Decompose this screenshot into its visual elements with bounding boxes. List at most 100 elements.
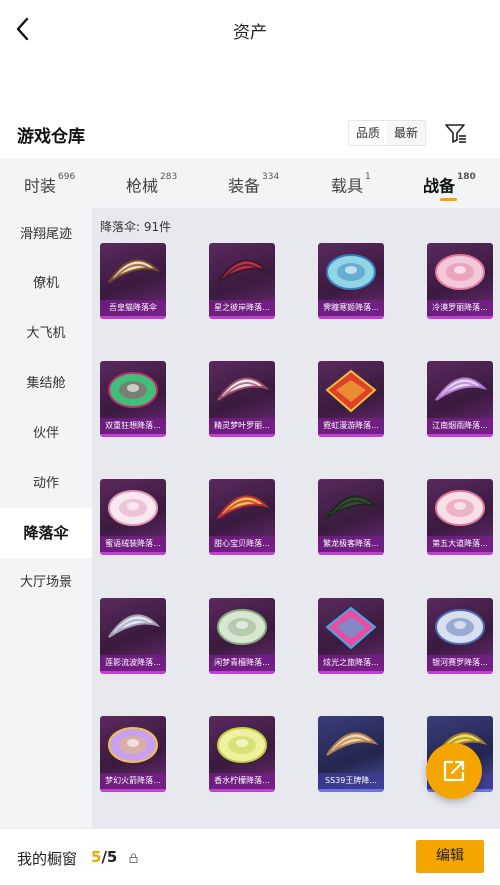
- parachute-icon: [435, 254, 485, 290]
- lock-icon: [129, 853, 138, 863]
- parachute-name: 甜心宝贝降落...: [209, 536, 275, 552]
- showcase-bar: 我的橱窗 5/5 编辑: [0, 828, 500, 885]
- tab-count: 696: [58, 172, 76, 182]
- parachute-name: 莲影流波降落...: [100, 655, 166, 671]
- sidebar-item-companion[interactable]: 伙伴: [0, 409, 92, 459]
- tab-label: 装备: [228, 176, 261, 196]
- tab-weapons[interactable]: 枪械 283: [126, 158, 177, 208]
- sidebar-item-emote[interactable]: 动作: [0, 459, 92, 509]
- item-count-label: 降落伞: 91件: [100, 220, 172, 234]
- sort-by-latest[interactable]: 最新: [387, 121, 425, 145]
- parachute-name: 冷漠罗丽降落...: [427, 300, 493, 316]
- parachute-icon: [108, 727, 158, 763]
- parachute-item[interactable]: 精灵梦叶罗丽...: [209, 361, 275, 437]
- showcase-count: 5/5: [91, 848, 117, 866]
- parachute-item[interactable]: 炫光之旅降落...: [318, 598, 384, 674]
- parachute-name: 霁瞳寒姬降落...: [318, 300, 384, 316]
- parachute-icon: [217, 377, 269, 401]
- funnel-icon: [445, 124, 466, 143]
- showcase-label: 我的橱窗: [17, 850, 78, 868]
- sidebar-item-wingman[interactable]: 僚机: [0, 259, 92, 309]
- section-title: 游戏仓库: [17, 127, 85, 147]
- parachute-item[interactable]: 闲梦青檀降落...: [209, 598, 275, 674]
- sidebar-item-lobby-scene[interactable]: 大厅场景: [0, 558, 92, 608]
- parachute-icon: [108, 614, 160, 638]
- parachute-name: 香水柠檬降落...: [209, 773, 275, 789]
- parachute-item[interactable]: 霓虹漫游降落...: [318, 361, 384, 437]
- parachute-name: 梦幻火箭降落...: [100, 773, 166, 789]
- showcase-total: /5: [101, 848, 118, 866]
- parachute-item[interactable]: SS39王牌降...: [318, 716, 384, 792]
- filter-button[interactable]: [444, 122, 468, 144]
- parachute-item[interactable]: 甜心宝贝降落...: [209, 479, 275, 555]
- tab-label: 枪械: [126, 176, 159, 196]
- parachute-item[interactable]: 第五大道降落...: [427, 479, 493, 555]
- tab-label: 战备: [423, 176, 456, 196]
- tab-count: 1: [365, 172, 371, 182]
- top-bar: 资产: [0, 0, 500, 60]
- page-title: 资产: [233, 23, 267, 43]
- parachute-item[interactable]: 繁龙极客降落...: [318, 479, 384, 555]
- tab-fashion[interactable]: 时装 696: [24, 158, 75, 208]
- sidebar-item-assembly-pod[interactable]: 集结舱: [0, 359, 92, 409]
- parachute-name: 江南烟雨降落...: [427, 418, 493, 434]
- parachute-icon: [435, 377, 487, 401]
- parachute-name: 双重狂想降落...: [100, 418, 166, 434]
- parachute-name: SS39王牌降...: [318, 773, 384, 789]
- parachute-item[interactable]: 霁瞳寒姬降落...: [318, 243, 384, 319]
- section-header: 游戏仓库 品质 最新: [0, 112, 500, 158]
- parachute-icon: [217, 259, 269, 283]
- sidebar: 滑翔尾迹 僚机 大飞机 集结舱 伙伴 动作 降落伞 大厅场景: [0, 208, 92, 828]
- parachute-icon: [217, 495, 269, 519]
- parachute-item[interactable]: 双重狂想降落...: [100, 361, 166, 437]
- parachute-item[interactable]: 吾皇猫降落伞: [100, 243, 166, 319]
- sidebar-item-glide-trail[interactable]: 滑翔尾迹: [0, 210, 92, 260]
- parachute-icon: [435, 490, 485, 526]
- parachute-name: 吾皇猫降落伞: [100, 300, 166, 316]
- parachute-item[interactable]: 银河赛罗降落...: [427, 598, 493, 674]
- parachute-name: 繁龙极客降落...: [318, 536, 384, 552]
- parachute-item[interactable]: 莲影流波降落...: [100, 598, 166, 674]
- parachute-item[interactable]: 冷漠罗丽降落...: [427, 243, 493, 319]
- parachute-name: 炫光之旅降落...: [318, 655, 384, 671]
- tab-equipment[interactable]: 装备 334: [228, 158, 279, 208]
- tab-vehicles[interactable]: 载具 1: [331, 158, 371, 208]
- parachute-icon: [325, 606, 377, 650]
- share-button[interactable]: [426, 743, 482, 799]
- parachute-icon: [108, 490, 158, 526]
- parachute-icon: [326, 254, 376, 290]
- item-grid-area: 降落伞: 91件 吾皇猫降落伞 星之彼岸降落... 霁瞳寒姬降落... 冷漠罗丽降落.…: [92, 208, 500, 828]
- tab-count: 334: [262, 172, 280, 182]
- sort-by-quality[interactable]: 品质: [349, 121, 388, 145]
- parachute-icon: [326, 495, 378, 519]
- tab-count: 180: [457, 172, 476, 182]
- parachute-item[interactable]: 梦幻火箭降落...: [100, 716, 166, 792]
- parachute-item[interactable]: 江南烟雨降落...: [427, 361, 493, 437]
- parachute-icon: [108, 259, 160, 283]
- parachute-icon: [326, 732, 378, 756]
- parachute-icon: [217, 727, 267, 763]
- parachute-name: 星之彼岸降落...: [209, 300, 275, 316]
- parachute-name: 银河赛罗降落...: [427, 655, 493, 671]
- parachute-icon: [108, 372, 158, 408]
- parachute-item[interactable]: 蜜语绒装降落...: [100, 479, 166, 555]
- parachute-name: 第五大道降落...: [427, 536, 493, 552]
- parachute-icon: [435, 609, 485, 645]
- parachute-name: 蜜语绒装降落...: [100, 536, 166, 552]
- parachute-name: 闲梦青檀降落...: [209, 655, 275, 671]
- tab-count: 283: [160, 172, 178, 182]
- active-tab-indicator: [440, 198, 457, 201]
- parachute-name: 霓虹漫游降落...: [318, 418, 384, 434]
- share-external-icon: [443, 760, 465, 782]
- sidebar-item-parachute[interactable]: 降落伞: [0, 508, 92, 558]
- parachute-item[interactable]: 星之彼岸降落...: [209, 243, 275, 319]
- parachute-icon: [217, 609, 267, 645]
- parachute-item[interactable]: 香水柠檬降落...: [209, 716, 275, 792]
- tab-label: 时装: [24, 176, 57, 196]
- parachute-name: 精灵梦叶罗丽...: [209, 418, 275, 434]
- tab-label: 载具: [331, 176, 364, 196]
- showcase-used: 5: [91, 848, 102, 866]
- sort-toggle: 品质 最新: [348, 120, 427, 146]
- edit-button[interactable]: 编辑: [416, 840, 484, 873]
- sidebar-item-big-plane[interactable]: 大飞机: [0, 309, 92, 359]
